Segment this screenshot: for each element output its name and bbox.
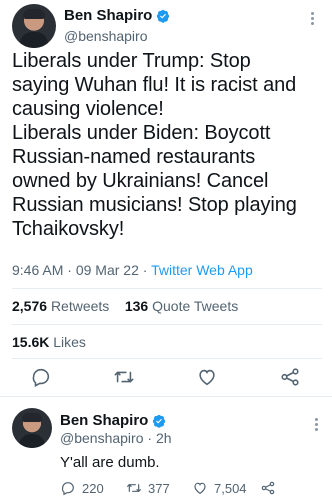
tweet-header: Ben Shapiro @benshapiro (12, 4, 322, 48)
reply-count: 220 (82, 480, 104, 496)
tweet-actions (0, 366, 332, 392)
divider (12, 324, 322, 325)
likes-count: 15.6K (12, 334, 50, 350)
retweet-count: 377 (148, 480, 170, 496)
quote-label: Quote Tweets (152, 298, 239, 314)
divider (12, 358, 322, 359)
reply-share-button[interactable] (260, 480, 276, 496)
divider (12, 288, 322, 289)
reply-tweet[interactable]: Ben Shapiro @benshapiro · 2h Y'all are d… (0, 408, 332, 500)
tweet-source[interactable]: Twitter Web App (151, 262, 253, 278)
avatar[interactable] (12, 408, 52, 448)
quote-count: 136 (124, 298, 149, 314)
reply-actions: 220 377 7,504 (60, 480, 322, 500)
retweet-icon (127, 484, 141, 492)
more-icon[interactable] (310, 416, 322, 434)
meta-separator: · (147, 430, 153, 446)
verified-badge-icon (153, 414, 166, 428)
meta-separator: · (142, 262, 148, 278)
likes-label: Likes (53, 334, 86, 350)
retweet-icon[interactable] (113, 366, 135, 388)
avatar[interactable] (12, 4, 56, 48)
heart-icon[interactable] (196, 366, 218, 388)
author-name-line: Ben Shapiro (64, 7, 170, 24)
reply-icon[interactable] (30, 366, 52, 388)
share-icon (261, 481, 275, 495)
like-count: 7,504 (214, 480, 247, 496)
author-name[interactable]: Ben Shapiro (64, 7, 152, 24)
reply-like-button[interactable]: 7,504 (192, 480, 247, 496)
heart-icon (194, 482, 206, 495)
reply-icon (61, 482, 74, 496)
retweet-stats: 2,576 Retweets 136 Quote Tweets (12, 298, 238, 314)
reply-author-name[interactable]: Ben Shapiro (60, 412, 148, 429)
reply-reply-button[interactable]: 220 (60, 480, 104, 496)
tweet-meta: 9:46 AM · 09 Mar 22 · Twitter Web App (12, 262, 253, 278)
reply-author-name-line: Ben Shapiro (60, 412, 166, 429)
likes-stats[interactable]: 15.6K Likes (12, 334, 86, 350)
reply-author-handle: @benshapiro · 2h (60, 430, 172, 446)
retweets-label: Retweets (50, 298, 110, 314)
verified-badge-icon (157, 9, 170, 23)
author-handle[interactable]: @benshapiro (64, 28, 148, 44)
share-icon[interactable] (279, 366, 301, 388)
retweets-count: 2,576 (12, 298, 48, 314)
reply-text: Y'all are dumb. (60, 454, 160, 471)
divider (0, 396, 332, 397)
more-icon[interactable] (304, 10, 320, 30)
reply-handle[interactable]: @benshapiro (60, 430, 144, 446)
tweet-date[interactable]: 09 Mar 22 (76, 262, 139, 278)
reply-age[interactable]: 2h (156, 430, 172, 446)
tweet-text: Liberals under Trump: Stop saying Wuhan … (12, 50, 297, 240)
quote-tweets-link[interactable]: 136 Quote Tweets (125, 298, 238, 314)
tweet-time[interactable]: 9:46 AM (12, 262, 63, 278)
reply-retweet-button[interactable]: 377 (126, 480, 170, 496)
retweets-link[interactable]: 2,576 Retweets (12, 298, 109, 314)
meta-separator: · (67, 262, 72, 278)
